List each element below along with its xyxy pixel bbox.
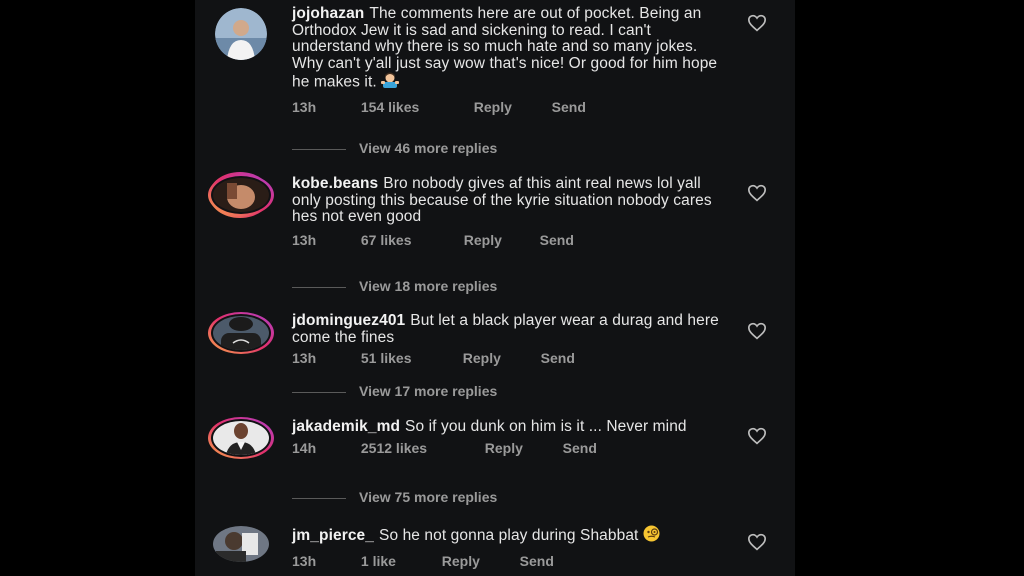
comment-item: jdominguez401 But let a black player wear… [195, 305, 795, 410]
heart-icon[interactable] [747, 427, 767, 445]
send-button[interactable]: Send [563, 440, 597, 456]
monocle-face-icon [643, 525, 660, 547]
divider [292, 286, 346, 288]
comment-time: 13h [292, 98, 317, 115]
reply-button[interactable]: Reply [464, 232, 536, 248]
comment-body: jakademik_md So if you dunk on him is it … [292, 418, 732, 456]
send-button[interactable]: Send [552, 99, 586, 115]
comment-meta: 13h 51 likes Reply Send [292, 350, 732, 366]
view-replies-label[interactable]: View 75 more replies [359, 489, 497, 505]
comment-meta: 13h 154 likes Reply Send [292, 99, 732, 115]
view-replies-link[interactable]: View 17 more replies [292, 383, 497, 399]
comment-body: kobe.beans Bro nobody gives af this aint … [292, 175, 732, 248]
heart-icon[interactable] [747, 322, 767, 340]
comment-username[interactable]: jojohazan [292, 5, 364, 22]
reply-button[interactable]: Reply [463, 350, 537, 366]
comment-content: So if you dunk on him is it ... Never mi… [405, 418, 687, 435]
view-replies-label[interactable]: View 17 more replies [359, 383, 497, 399]
view-replies-link[interactable]: View 18 more replies [292, 278, 497, 294]
send-button[interactable]: Send [540, 232, 574, 248]
likes-count[interactable]: 51 likes [361, 350, 459, 366]
view-replies-link[interactable]: View 75 more replies [292, 489, 497, 505]
reply-button[interactable]: Reply [474, 99, 548, 115]
send-button[interactable]: Send [541, 350, 575, 366]
reply-button[interactable]: Reply [485, 440, 559, 456]
comment-meta: 14h 2512 likes Reply Send [292, 440, 732, 456]
view-replies-label[interactable]: View 18 more replies [359, 278, 497, 294]
comment-username[interactable]: kobe.beans [292, 175, 378, 192]
man-gesturing-icon [381, 72, 400, 93]
divider [292, 148, 346, 150]
likes-count[interactable]: 2512 likes [361, 440, 481, 456]
comment-text: jm_pierce_ So he not gonna play during Sh… [292, 525, 732, 547]
divider [292, 497, 346, 499]
comment-username[interactable]: jdominguez401 [292, 312, 405, 329]
likes-count[interactable]: 154 likes [361, 99, 470, 115]
avatar-kobe-beans[interactable] [207, 173, 275, 217]
likes-count[interactable]: 1 like [361, 553, 438, 569]
avatar[interactable] [213, 6, 269, 62]
reply-button[interactable]: Reply [442, 553, 516, 569]
divider [292, 391, 346, 393]
comment-username[interactable]: jakademik_md [292, 418, 400, 435]
comment-item-content: kobe.beans Bro nobody gives af this aint … [195, 170, 795, 305]
heart-icon[interactable] [747, 14, 767, 32]
heart-icon[interactable] [747, 184, 767, 202]
send-button[interactable]: Send [520, 553, 554, 569]
avatar-jm-pierce[interactable] [212, 525, 270, 563]
comment-time: 13h [292, 552, 317, 569]
comment-meta: 13h 1 like Reply Send [292, 553, 732, 569]
comment-text: kobe.beans Bro nobody gives af this aint … [292, 175, 732, 226]
avatar-jdominguez401[interactable] [207, 311, 275, 355]
comment-meta: 13h 67 likes Reply Send [292, 232, 732, 248]
comment-item: jakademik_md So if you dunk on him is it … [195, 410, 795, 520]
comment-username[interactable]: jm_pierce_ [292, 527, 374, 544]
comment-item: jm_pierce_ So he not gonna play during Sh… [195, 520, 795, 576]
comment-body: jm_pierce_ So he not gonna play during Sh… [292, 525, 732, 569]
comment-time: 13h [292, 231, 317, 248]
comment-body: jojohazan The comments here are out of po… [292, 5, 732, 115]
comment-time: 13h [292, 350, 317, 366]
likes-count[interactable]: 67 likes [361, 232, 460, 248]
comment-body: jdominguez401 But let a black player wear… [292, 312, 732, 366]
heart-icon[interactable] [747, 533, 767, 551]
comment-item: jojohazan The comments here are out of po… [195, 0, 795, 170]
comment-text: jakademik_md So if you dunk on him is it … [292, 418, 732, 436]
comment-text: jojohazan The comments here are out of po… [292, 5, 732, 93]
avatar-jakademik-md[interactable] [207, 416, 275, 460]
comment-content: So he not gonna play during Shabbat [379, 526, 639, 544]
view-replies-label[interactable]: View 46 more replies [359, 140, 497, 156]
comment-time: 14h [292, 439, 317, 456]
comment-text: jdominguez401 But let a black player wear… [292, 312, 732, 346]
view-replies-link[interactable]: View 46 more replies [292, 140, 497, 156]
